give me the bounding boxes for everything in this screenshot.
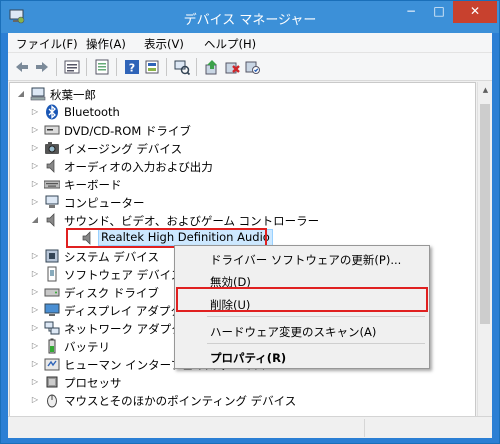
tree-root-label: 秋葉一郎 bbox=[50, 88, 96, 102]
update-driver-icon[interactable] bbox=[204, 59, 220, 75]
tree-item-mouse[interactable]: ▷ マウスとそのほかのポインティング デバイス bbox=[10, 391, 475, 409]
tree-item-processor[interactable]: ▷ プロセッサ bbox=[10, 373, 475, 391]
maximize-button[interactable]: □ bbox=[425, 1, 453, 23]
forward-icon[interactable] bbox=[34, 59, 50, 75]
toolbar-separator bbox=[56, 58, 57, 76]
menu-item-properties[interactable]: プロパティ(R) bbox=[210, 350, 286, 366]
close-button[interactable]: ✕ bbox=[453, 1, 497, 23]
menu-separator bbox=[207, 343, 425, 344]
speaker-icon bbox=[46, 213, 55, 227]
toolbar-separator bbox=[116, 58, 117, 76]
tree-item-label: サウンド、ビデオ、およびゲーム コントローラー bbox=[64, 214, 320, 228]
tree-item-label: バッテリ bbox=[64, 340, 110, 354]
expand-arrow-icon[interactable]: ▷ bbox=[30, 322, 40, 334]
uninstall-icon[interactable] bbox=[224, 59, 240, 75]
display-icon bbox=[44, 303, 60, 316]
hid-icon bbox=[44, 358, 60, 371]
scrollbar-thumb[interactable] bbox=[480, 104, 490, 324]
expand-arrow-icon[interactable]: ▷ bbox=[30, 358, 40, 370]
expand-arrow-icon[interactable]: ▷ bbox=[30, 268, 40, 280]
tree-item-audio-io[interactable]: ▷ オーディオの入力および出力 bbox=[10, 157, 475, 175]
computer-icon bbox=[30, 87, 46, 101]
menu-view[interactable]: 表示(V) bbox=[144, 36, 184, 52]
camera-icon bbox=[45, 142, 59, 154]
system-icon bbox=[45, 249, 59, 263]
expand-arrow-icon[interactable]: ▷ bbox=[30, 106, 40, 118]
tree-item-label: オーディオの入力および出力 bbox=[64, 160, 213, 174]
toolbar-separator bbox=[196, 58, 197, 76]
tree-item-label: キーボード bbox=[64, 178, 122, 192]
tree-item-label: ソフトウェア デバイス bbox=[64, 268, 183, 282]
tree-item-label: ディスク ドライブ bbox=[64, 286, 159, 300]
dvd-icon bbox=[44, 125, 60, 135]
svg-text:?: ? bbox=[129, 62, 135, 75]
expand-arrow-icon[interactable]: ▷ bbox=[30, 178, 40, 190]
tree-item-bluetooth[interactable]: ▷ Bluetooth bbox=[10, 103, 475, 121]
disk-icon bbox=[44, 288, 60, 297]
tree-item-sound-video[interactable]: ◢ サウンド、ビデオ、およびゲーム コントローラー bbox=[10, 211, 475, 229]
tree-item-label: プロセッサ bbox=[64, 376, 122, 390]
menu-action[interactable]: 操作(A) bbox=[86, 36, 126, 52]
status-bar bbox=[8, 416, 492, 438]
menu-file[interactable]: ファイル(F) bbox=[16, 36, 78, 52]
battery-icon bbox=[48, 338, 56, 354]
expand-arrow-icon[interactable]: ▷ bbox=[30, 124, 40, 136]
toolbar-separator bbox=[86, 58, 87, 76]
device-manager-window: デバイス マネージャー − □ ✕ ファイル(F) 操作(A) 表示(V) ヘル… bbox=[0, 0, 500, 444]
expand-arrow-icon[interactable]: ▷ bbox=[30, 376, 40, 388]
speaker-icon bbox=[46, 159, 55, 173]
menu-help[interactable]: ヘルプ(H) bbox=[204, 36, 256, 52]
menu-item-scan[interactable]: ハードウェア変更のスキャン(A) bbox=[210, 324, 376, 340]
expand-arrow-icon[interactable]: ▷ bbox=[30, 340, 40, 352]
tree-item-label: イメージング デバイス bbox=[64, 142, 183, 156]
tree-item-label: コンピューター bbox=[64, 196, 145, 210]
enable-device-icon[interactable] bbox=[244, 59, 260, 75]
menu-item-update-driver[interactable]: ドライバー ソフトウェアの更新(P)... bbox=[210, 252, 401, 268]
title-bar[interactable]: デバイス マネージャー − □ ✕ bbox=[1, 1, 499, 33]
expand-arrow-icon[interactable]: ▷ bbox=[30, 394, 40, 406]
network-icon bbox=[44, 321, 60, 335]
scan-hardware-icon[interactable] bbox=[174, 59, 190, 75]
keyboard-icon bbox=[44, 180, 60, 189]
scroll-up-icon[interactable]: ▲ bbox=[481, 86, 490, 95]
back-icon[interactable] bbox=[14, 59, 30, 75]
processor-icon bbox=[46, 376, 58, 388]
bluetooth-icon bbox=[46, 104, 58, 120]
tree-item-dvd[interactable]: ▷ DVD/CD-ROM ドライブ bbox=[10, 121, 475, 139]
status-cell bbox=[364, 419, 492, 437]
collapse-arrow-icon[interactable]: ◢ bbox=[16, 88, 26, 100]
expand-arrow-icon[interactable]: ▷ bbox=[30, 304, 40, 316]
tree-item-imaging[interactable]: ▷ イメージング デバイス bbox=[10, 139, 475, 157]
show-hidden-icon[interactable] bbox=[144, 59, 160, 75]
computer-icon bbox=[45, 195, 59, 208]
toolbar: ? bbox=[8, 53, 492, 81]
expand-arrow-icon[interactable]: ▷ bbox=[30, 286, 40, 298]
menu-separator bbox=[207, 316, 425, 317]
tree-item-computer[interactable]: ▷ コンピューター bbox=[10, 193, 475, 211]
tree-item-label: システム デバイス bbox=[64, 250, 159, 264]
menu-bar: ファイル(F) 操作(A) 表示(V) ヘルプ(H) bbox=[8, 33, 492, 53]
expand-arrow-icon[interactable]: ▷ bbox=[30, 250, 40, 262]
minimize-button[interactable]: − bbox=[397, 1, 425, 23]
vertical-scrollbar[interactable]: ▲ ▼ bbox=[477, 82, 492, 438]
toolbar-separator bbox=[166, 58, 167, 76]
tree-item-keyboard[interactable]: ▷ キーボード bbox=[10, 175, 475, 193]
tree-item-label: DVD/CD-ROM ドライブ bbox=[64, 124, 191, 138]
tree-root[interactable]: ◢ 秋葉一郎 bbox=[10, 85, 475, 103]
properties-view-icon[interactable] bbox=[64, 59, 80, 75]
list-view-icon[interactable] bbox=[94, 59, 110, 75]
expand-arrow-icon[interactable]: ▷ bbox=[30, 142, 40, 154]
uninstall-highlight bbox=[176, 287, 428, 312]
mouse-icon bbox=[47, 394, 57, 408]
tree-item-label: Bluetooth bbox=[64, 105, 120, 119]
software-device-icon bbox=[47, 266, 57, 282]
expand-arrow-icon[interactable]: ▷ bbox=[30, 160, 40, 172]
tree-item-label: マウスとそのほかのポインティング デバイス bbox=[64, 394, 297, 408]
help-icon[interactable]: ? bbox=[124, 59, 140, 75]
collapse-arrow-icon[interactable]: ◢ bbox=[30, 214, 40, 226]
expand-arrow-icon[interactable]: ▷ bbox=[30, 196, 40, 208]
